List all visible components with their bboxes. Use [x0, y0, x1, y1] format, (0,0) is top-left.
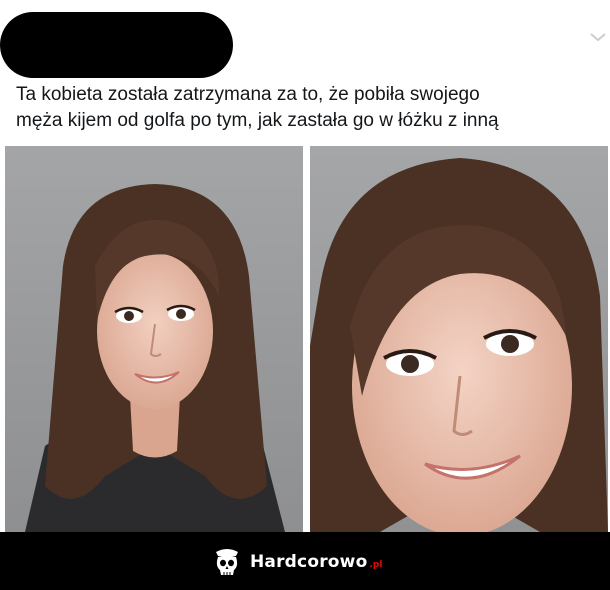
redacted-user-name: [0, 12, 233, 78]
mugshot-photo-left[interactable]: [5, 146, 303, 532]
brand-link[interactable]: Hardcorowo .pl: [212, 546, 382, 578]
brand-name: Hardcorowo: [250, 552, 368, 572]
tweet-text: Ta kobieta została zatrzymana za to, że …: [16, 82, 606, 134]
tweet-text-line: męża kijem od golfa po tym, jak zastała …: [16, 110, 499, 131]
chevron-down-icon[interactable]: [589, 30, 607, 44]
tweet-text-line: Ta kobieta została zatrzymana za to, że …: [16, 84, 480, 105]
watermark-bar: Hardcorowo .pl: [0, 532, 610, 590]
skull-icon: [216, 549, 238, 575]
brand-tld: .pl: [369, 560, 383, 570]
mugshot-photo-right[interactable]: [310, 146, 608, 532]
tweet-card: Ta kobieta została zatrzymana za to, że …: [0, 0, 610, 532]
